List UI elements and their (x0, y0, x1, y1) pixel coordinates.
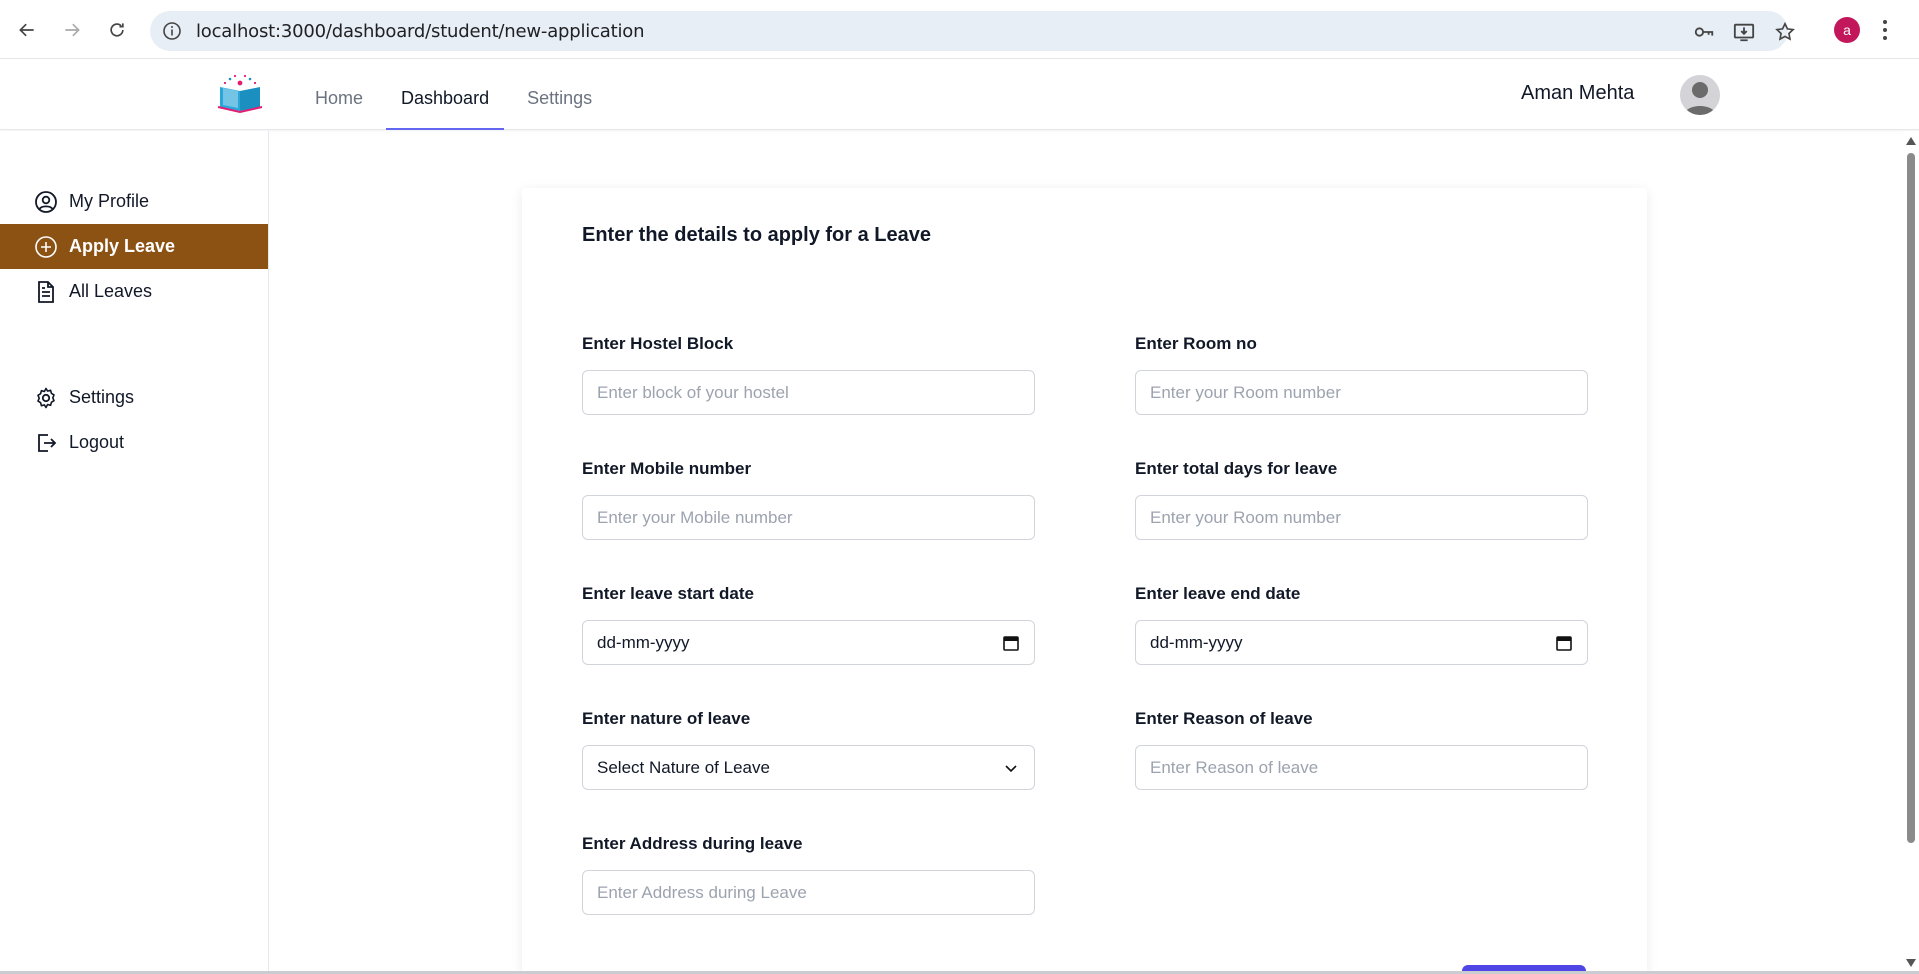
reason-label: Enter Reason of leave (1135, 709, 1313, 728)
document-icon (38, 280, 54, 303)
mobile-label: Enter Mobile number (582, 459, 752, 478)
hostel-block-input[interactable] (582, 370, 1035, 415)
reload-icon (110, 23, 124, 37)
sidebar-item-label: Apply Leave (69, 236, 176, 256)
sidebar-item-label: Logout (69, 432, 125, 452)
scroll-thumb[interactable] (1907, 153, 1915, 843)
bookmark-star-icon[interactable] (1774, 21, 1796, 43)
gear-icon (37, 387, 55, 408)
book-logo-icon[interactable] (216, 73, 264, 113)
room-no-label: Enter Room no (1135, 334, 1257, 353)
sidebar-item-logout[interactable]: Logout (0, 420, 268, 465)
forward-button[interactable] (56, 14, 88, 46)
nature-select[interactable]: Select Nature of Leave (582, 745, 1035, 790)
address-bar[interactable]: localhost:3000/dashboard/student/new-app… (150, 11, 1795, 51)
total-days-label: Enter total days for leave (1135, 459, 1338, 478)
calendar-icon[interactable] (1002, 634, 1020, 652)
app-header: Home Dashboard Settings Aman Mehta (0, 59, 1919, 130)
sidebar-item-settings[interactable]: Settings (0, 375, 268, 420)
sidebar-item-label: All Leaves (69, 281, 153, 301)
sidebar-item-apply-leave[interactable]: Apply Leave (0, 224, 268, 269)
logout-icon (38, 433, 57, 452)
scroll-down-arrow-icon[interactable] (1906, 959, 1916, 967)
reload-button[interactable] (101, 14, 133, 46)
calendar-icon[interactable] (1555, 634, 1573, 652)
room-no-input[interactable] (1135, 370, 1588, 415)
top-navigation: Home Dashboard Settings (300, 59, 615, 130)
end-date-input[interactable]: dd-mm-yyyy (1135, 620, 1588, 665)
back-button[interactable] (11, 14, 43, 46)
install-app-icon[interactable] (1733, 21, 1755, 43)
more-menu-icon[interactable] (1882, 18, 1888, 42)
sidebar-item-my-profile[interactable]: My Profile (0, 179, 268, 224)
start-date-value: dd-mm-yyyy (597, 632, 690, 652)
nav-dashboard[interactable]: Dashboard (386, 59, 505, 130)
start-date-input[interactable]: dd-mm-yyyy (582, 620, 1035, 665)
reason-input[interactable] (1135, 745, 1588, 790)
browser-toolbar: localhost:3000/dashboard/student/new-app… (0, 0, 1919, 59)
leave-application-form: Enter the details to apply for a Leave E… (522, 188, 1647, 974)
nav-home[interactable]: Home (300, 59, 378, 130)
browser-profile-avatar[interactable]: a (1834, 17, 1860, 43)
sidebar-item-label: Settings (69, 387, 135, 407)
form-title: Enter the details to apply for a Leave (582, 224, 931, 246)
nature-selected-value: Select Nature of Leave (597, 757, 770, 777)
mobile-input[interactable] (582, 495, 1035, 540)
end-date-value: dd-mm-yyyy (1150, 632, 1243, 652)
user-avatar-icon (1680, 75, 1720, 115)
arrow-right-icon (65, 23, 80, 37)
start-date-label: Enter leave start date (582, 584, 754, 603)
sidebar-item-all-leaves[interactable]: All Leaves (0, 269, 268, 314)
arrow-left-icon (19, 23, 34, 37)
sidebar-item-label: My Profile (69, 191, 150, 211)
address-label: Enter Address during leave (582, 834, 803, 853)
key-icon[interactable] (1693, 21, 1715, 43)
site-info-icon[interactable] (162, 21, 182, 41)
address-input[interactable] (582, 870, 1035, 915)
user-circle-icon (35, 190, 57, 213)
scroll-up-arrow-icon[interactable] (1906, 137, 1916, 145)
chevron-down-icon (1005, 764, 1017, 772)
plus-circle-icon (35, 235, 57, 258)
nav-settings[interactable]: Settings (512, 59, 607, 130)
nature-label: Enter nature of leave (582, 709, 751, 728)
url-text: localhost:3000/dashboard/student/new-app… (196, 21, 645, 42)
user-name: Aman Mehta (1521, 82, 1635, 104)
page-scrollbar[interactable] (1903, 131, 1919, 974)
user-avatar[interactable] (1680, 75, 1720, 115)
sidebar: My Profile Apply Leave All Leaves Settin… (0, 131, 269, 974)
hostel-block-label: Enter Hostel Block (582, 334, 734, 353)
total-days-input[interactable] (1135, 495, 1588, 540)
end-date-label: Enter leave end date (1135, 584, 1301, 603)
